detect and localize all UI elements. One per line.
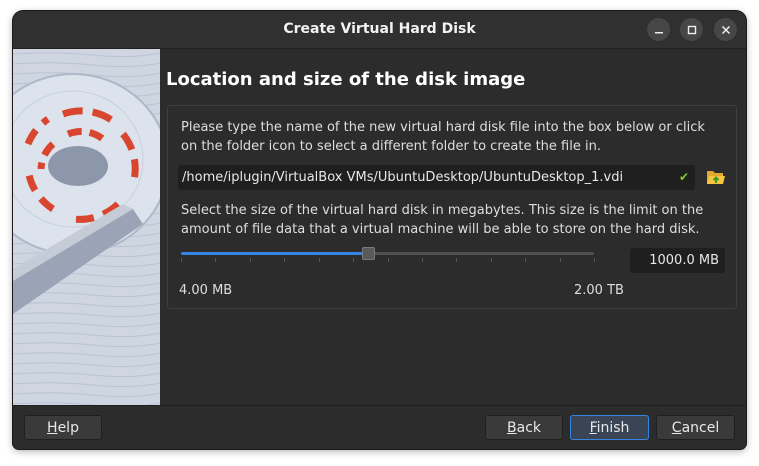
title-bar[interactable]: Create Virtual Hard Disk xyxy=(13,11,746,49)
folder-open-icon[interactable] xyxy=(706,168,726,186)
file-path-input[interactable]: /home/iplugin/VirtualBox VMs/UbuntuDeskt… xyxy=(178,165,695,190)
slider-tick xyxy=(525,258,527,262)
slider-tick xyxy=(318,258,320,262)
back-button[interactable]: Back xyxy=(485,415,563,440)
help-button[interactable]: Help xyxy=(24,415,102,440)
size-description-line-2: amount of file data that a virtual machi… xyxy=(181,222,700,237)
disk-settings-panel: Please type the name of the new virtual … xyxy=(167,105,737,309)
slider-tick xyxy=(594,258,595,262)
dialog-window: Create Virtual Hard Disk Location and si… xyxy=(13,11,746,449)
slider-tick xyxy=(284,258,286,262)
help-mnemonic: H xyxy=(47,420,58,436)
slider-tick xyxy=(490,258,492,262)
slider-min-label: 4.00 MB xyxy=(179,283,233,298)
wizard-banner-image xyxy=(13,49,160,405)
slider-tick xyxy=(215,258,217,262)
back-mnemonic: B xyxy=(507,420,517,436)
cancel-button[interactable]: Cancel xyxy=(656,415,735,440)
button-bar: Help Back Finish Cancel xyxy=(13,405,746,449)
slider-tick xyxy=(559,258,561,262)
page-heading: Location and size of the disk image xyxy=(166,69,526,90)
finish-mnemonic: F xyxy=(589,420,597,436)
slider-tick xyxy=(387,258,389,262)
disk-size-input[interactable]: 1000.0 MB xyxy=(630,248,725,273)
slider-tick xyxy=(181,258,182,262)
minimize-button[interactable] xyxy=(647,18,670,41)
slider-tick xyxy=(249,258,251,262)
location-description-line-2: on the folder icon to select a different… xyxy=(181,139,601,154)
disk-size-slider[interactable] xyxy=(181,247,594,260)
checkmark-icon: ✔ xyxy=(678,170,689,184)
close-icon xyxy=(721,25,730,34)
finish-label: inish xyxy=(596,420,630,436)
minimize-icon xyxy=(654,31,663,33)
file-path-value: /home/iplugin/VirtualBox VMs/UbuntuDeskt… xyxy=(182,170,624,185)
maximize-button[interactable] xyxy=(680,18,703,41)
slider-tick xyxy=(421,258,423,262)
slider-handle[interactable] xyxy=(361,247,375,260)
size-description-line-1: Select the size of the virtual hard disk… xyxy=(181,203,704,218)
finish-button[interactable]: Finish xyxy=(570,415,649,440)
cancel-label: ancel xyxy=(681,420,720,436)
hard-disk-illustration xyxy=(13,49,160,405)
back-label: ack xyxy=(516,420,541,436)
slider-max-label: 2.00 TB xyxy=(574,283,624,298)
slider-fill xyxy=(181,252,367,255)
location-description-line-1: Please type the name of the new virtual … xyxy=(181,120,705,135)
disk-size-value: 1000.0 MB xyxy=(649,253,719,268)
cancel-mnemonic: C xyxy=(671,420,682,436)
help-label: elp xyxy=(57,420,79,436)
wizard-page: Location and size of the disk image Plea… xyxy=(163,49,746,405)
window-title: Create Virtual Hard Disk xyxy=(283,21,476,37)
maximize-icon xyxy=(687,25,696,34)
slider-tick xyxy=(353,258,355,262)
slider-tick xyxy=(456,258,458,262)
close-button[interactable] xyxy=(714,18,737,41)
